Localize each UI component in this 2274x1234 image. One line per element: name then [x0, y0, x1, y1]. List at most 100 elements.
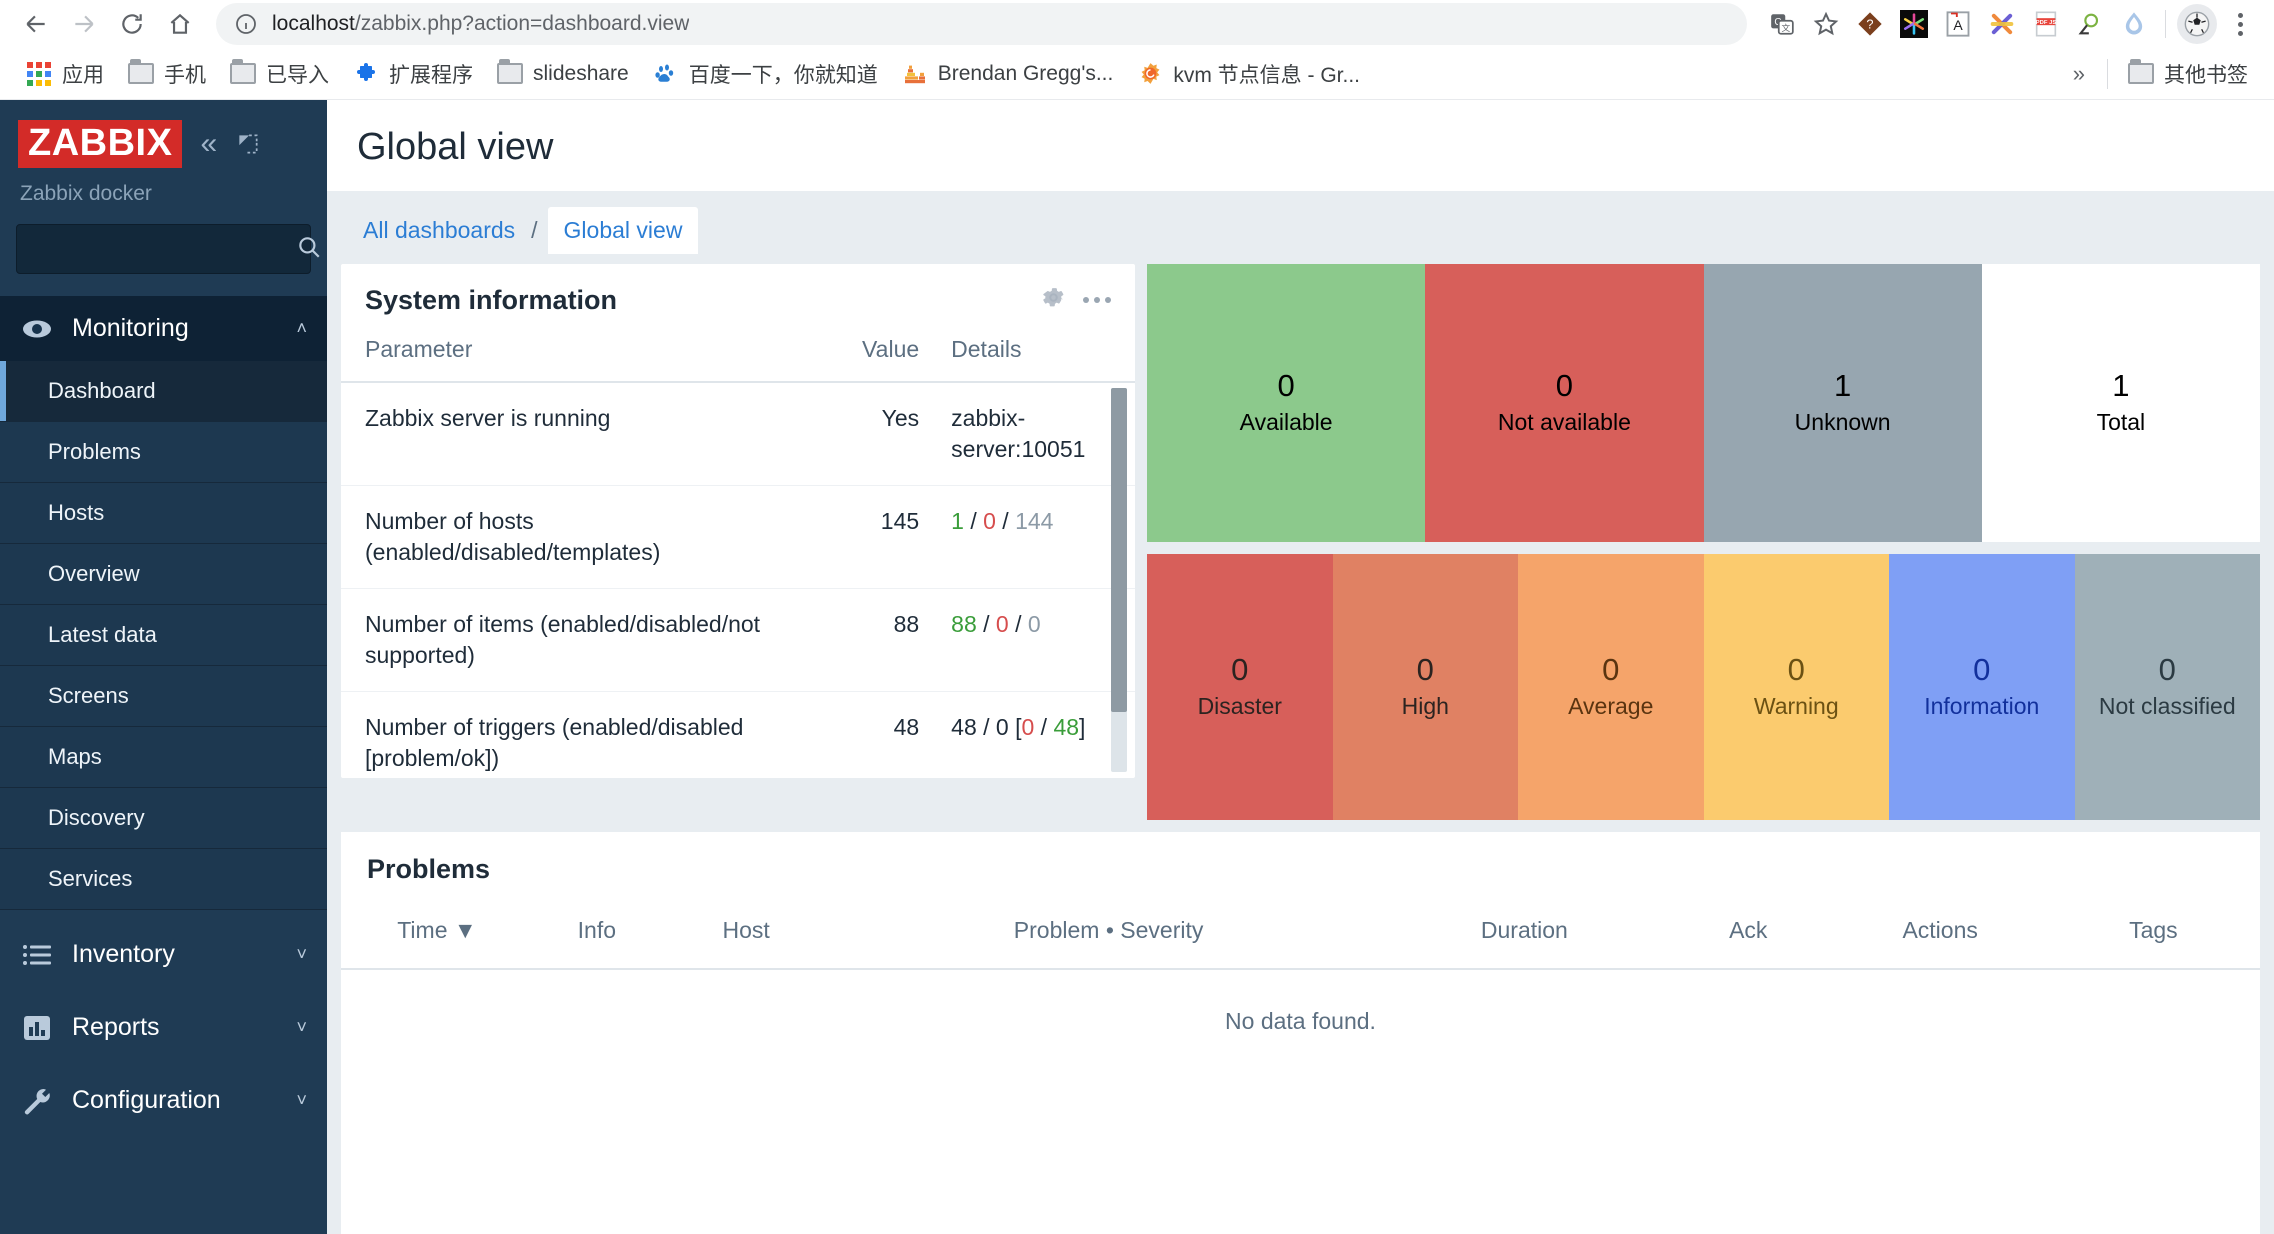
detail-problem[interactable]: 0 — [1021, 714, 1034, 740]
sidebar-item-latest-data[interactable]: Latest data — [0, 605, 327, 666]
sidebar-collapse-button[interactable]: « — [200, 129, 217, 159]
bookmarks-overflow-button[interactable]: » — [2059, 55, 2099, 93]
chevron-down-icon[interactable]: ˅ — [296, 1017, 307, 1038]
detail-ok[interactable]: 48 — [1053, 714, 1079, 740]
bookmark-slideshare-folder[interactable]: slideshare — [485, 55, 641, 93]
bookmark-phone-folder[interactable]: 手机 — [116, 53, 218, 95]
sidebar-item-maps[interactable]: Maps — [0, 727, 327, 788]
search-field[interactable] — [31, 237, 296, 261]
availability-tile-total[interactable]: 1 Total — [1981, 264, 2260, 542]
address-bar[interactable]: localhost/zabbix.php?action=dashboard.vi… — [216, 3, 1747, 45]
magnifier-extension-icon[interactable] — [2069, 3, 2111, 45]
detail-templates[interactable]: 144 — [1015, 508, 1053, 534]
scrollbar-thumb[interactable] — [1111, 388, 1127, 712]
expand-icon[interactable] — [235, 131, 261, 157]
dashboard-grid: System information Parameter Value Detai… — [327, 254, 2274, 820]
sidebar-top: ZABBIX « Zabbix docker — [0, 100, 327, 296]
sidebar-sub-label: Overview — [48, 561, 140, 586]
diamond-extension-icon[interactable]: ? — [1849, 3, 1891, 45]
bookmark-baidu[interactable]: 百度一下，你就知道 — [641, 53, 890, 95]
table-row: Zabbix server is running Yes zabbix-serv… — [341, 382, 1135, 487]
more-options-icon[interactable] — [1083, 297, 1111, 303]
table-header-row: Parameter Value Details — [341, 330, 1135, 383]
search-icon[interactable] — [296, 234, 322, 265]
sidebar-item-configuration[interactable]: Configuration ˅ — [0, 1064, 327, 1137]
tile-label: Not classified — [2098, 693, 2236, 719]
severity-tile-not-classified[interactable]: 0 Not classified — [2074, 554, 2260, 820]
puzzle-icon — [353, 61, 379, 87]
search-input[interactable] — [16, 224, 320, 274]
severity-tile-high[interactable]: 0 High — [1332, 554, 1518, 820]
column-time[interactable]: Time ▼ — [341, 895, 533, 970]
url-text: localhost/zabbix.php?action=dashboard.vi… — [272, 12, 689, 36]
column-tags[interactable]: Tags — [2046, 895, 2260, 970]
colorful-star-extension-icon[interactable] — [1893, 3, 1935, 45]
column-actions[interactable]: Actions — [1833, 895, 2047, 970]
bookmark-apps[interactable]: 应用 — [14, 53, 116, 95]
sidebar-item-screens[interactable]: Screens — [0, 666, 327, 727]
bookmark-brendan-gregg[interactable]: Brendan Gregg's... — [890, 55, 1126, 93]
cell-details: 88 / 0 / 0 — [935, 588, 1135, 693]
pdfjs-extension-icon[interactable]: PDF JS — [2025, 3, 2067, 45]
column-info[interactable]: Info — [532, 895, 661, 970]
sidebar-item-reports[interactable]: Reports ˅ — [0, 991, 327, 1064]
tile-value: 1 — [1834, 368, 1852, 403]
column-host[interactable]: Host — [660, 895, 832, 970]
availability-tile-unknown[interactable]: 1 Unknown — [1703, 264, 1982, 542]
info-icon[interactable] — [234, 12, 258, 36]
column-ack[interactable]: Ack — [1662, 895, 1834, 970]
sidebar-item-monitoring[interactable]: Monitoring ˄ — [0, 296, 327, 361]
detail-enabled[interactable]: 88 — [951, 611, 977, 637]
breadcrumb-current-tab[interactable]: Global view — [547, 207, 699, 254]
column-duration[interactable]: Duration — [1385, 895, 1663, 970]
column-problem-severity[interactable]: Problem • Severity — [831, 895, 1386, 970]
bookmark-kvm-grafana[interactable]: kvm 节点信息 - Gr... — [1125, 53, 1372, 95]
bookmark-extensions[interactable]: 扩展程序 — [341, 53, 485, 95]
letter-a-extension-icon[interactable]: A — [1937, 3, 1979, 45]
reload-icon[interactable] — [110, 2, 154, 46]
back-arrow-icon[interactable] — [14, 2, 58, 46]
bookmark-label: Brendan Gregg's... — [937, 61, 1114, 85]
chevron-down-icon[interactable]: ˅ — [296, 1090, 307, 1111]
sidebar-item-hosts[interactable]: Hosts — [0, 483, 327, 544]
sidebar-item-services[interactable]: Services — [0, 849, 327, 910]
sidebar-item-dashboard[interactable]: Dashboard — [0, 361, 327, 422]
severity-tile-warning[interactable]: 0 Warning — [1703, 554, 1889, 820]
chevron-down-icon[interactable]: ˅ — [296, 944, 307, 965]
breadcrumb-all-dashboards[interactable]: All dashboards — [357, 207, 521, 254]
severity-tile-information[interactable]: 0 Information — [1889, 554, 2075, 820]
sidebar-item-inventory[interactable]: Inventory ˅ — [0, 918, 327, 991]
sidebar-item-discovery[interactable]: Discovery — [0, 788, 327, 849]
detail-disabled[interactable]: 0 — [996, 611, 1009, 637]
availability-tile-available[interactable]: 0 Available — [1147, 264, 1426, 542]
bookmark-star-icon[interactable] — [1805, 3, 1847, 45]
chevron-up-icon[interactable]: ˄ — [296, 318, 307, 339]
other-bookmarks-button[interactable]: 其他书签 — [2116, 53, 2260, 95]
tile-label: Total — [2096, 409, 2146, 435]
zabbix-logo[interactable]: ZABBIX — [18, 120, 183, 168]
sidebar-item-overview[interactable]: Overview — [0, 544, 327, 605]
teardrop-extension-icon[interactable] — [2113, 3, 2155, 45]
tile-value: 0 — [1787, 652, 1805, 687]
detail-disabled[interactable]: 0 — [983, 508, 996, 534]
system-information-table: Parameter Value Details Zabbix server is… — [341, 330, 1135, 778]
severity-tile-average[interactable]: 0 Average — [1518, 554, 1704, 820]
detail-enabled[interactable]: 1 — [951, 508, 964, 534]
sidebar-sub-label: Hosts — [48, 500, 105, 525]
translate-icon[interactable]: G文 — [1761, 3, 1803, 45]
gear-icon[interactable] — [1040, 284, 1067, 316]
forward-arrow-icon[interactable] — [62, 2, 106, 46]
home-icon[interactable] — [158, 2, 202, 46]
severity-tile-disaster[interactable]: 0 Disaster — [1147, 554, 1333, 820]
detail-unsupported[interactable]: 0 — [1028, 611, 1041, 637]
wrench-icon — [20, 1087, 54, 1115]
bookmark-imported-folder[interactable]: 已导入 — [218, 53, 341, 95]
kebab-menu-icon[interactable] — [2220, 3, 2260, 45]
soccer-ball-avatar[interactable] — [2176, 3, 2218, 45]
sidebar-item-problems[interactable]: Problems — [0, 422, 327, 483]
sidebar-label: Configuration — [72, 1086, 221, 1114]
x-cross-extension-icon[interactable] — [1981, 3, 2023, 45]
availability-tile-not-available[interactable]: 0 Not available — [1425, 264, 1704, 542]
widget-scrollbar[interactable] — [1111, 388, 1127, 772]
problems-table: Time ▼ Info Host Problem • Severity Dura… — [341, 895, 2260, 1073]
